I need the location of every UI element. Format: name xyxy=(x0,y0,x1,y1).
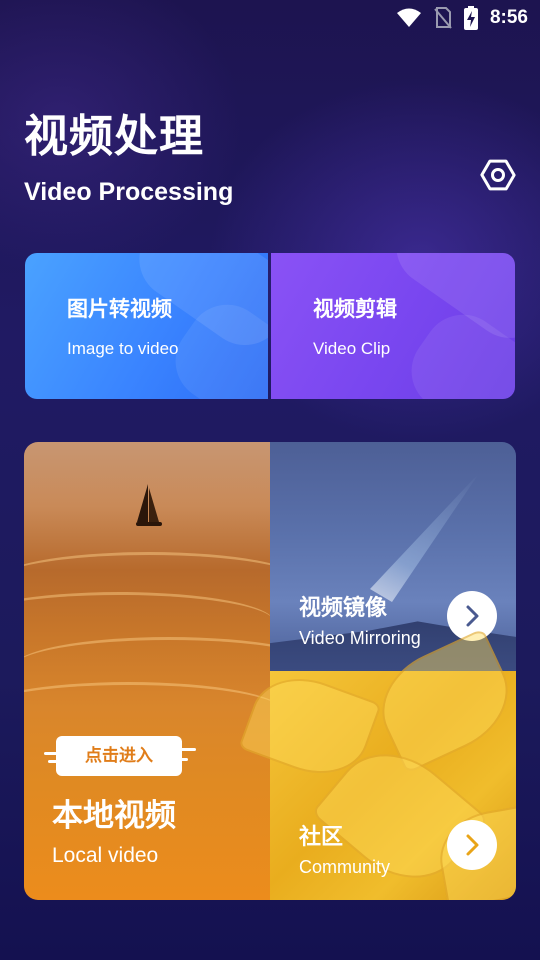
feature-panel: 点击进入 本地视频 Local video 视频镜像 Video Mirrori… xyxy=(24,442,516,900)
page-title: 视频处理 xyxy=(24,111,204,162)
page-subtitle: Video Processing xyxy=(24,178,234,206)
chevron-right-icon xyxy=(466,834,479,856)
no-sim-icon xyxy=(434,7,452,29)
local-video-tile[interactable]: 点击进入 本地视频 Local video xyxy=(24,442,324,900)
community-title: 社区 xyxy=(299,825,344,850)
enter-button-label: 点击进入 xyxy=(85,746,153,766)
settings-hexagon-icon xyxy=(479,156,517,198)
lighthouse-beam xyxy=(370,472,480,602)
battery-charging-icon xyxy=(463,6,478,30)
chevron-right-icon xyxy=(466,605,479,627)
settings-button[interactable] xyxy=(478,157,518,197)
wifi-icon xyxy=(396,8,422,28)
sailboat-image xyxy=(136,484,162,526)
status-bar: 8:56 xyxy=(0,0,540,36)
video-mirroring-title: 视频镜像 xyxy=(299,596,388,621)
local-video-title: 本地视频 xyxy=(52,798,176,834)
image-to-video-card[interactable]: 图片转视频 Image to video xyxy=(25,253,268,399)
image-to-video-subtitle: Image to video xyxy=(67,339,179,358)
enter-button[interactable]: 点击进入 xyxy=(44,736,196,776)
local-video-subtitle: Local video xyxy=(52,844,159,867)
image-to-video-title: 图片转视频 xyxy=(67,297,172,321)
clock: 8:56 xyxy=(489,7,528,28)
video-mirroring-subtitle: Video Mirroring xyxy=(299,628,421,648)
video-clip-subtitle: Video Clip xyxy=(313,339,391,358)
community-subtitle: Community xyxy=(299,857,391,877)
community-arrow-button[interactable] xyxy=(447,820,497,870)
video-clip-title: 视频剪辑 xyxy=(313,297,397,321)
community-tile[interactable]: 社区 Community xyxy=(238,628,516,900)
video-clip-card[interactable]: 视频剪辑 Video Clip xyxy=(271,253,515,399)
